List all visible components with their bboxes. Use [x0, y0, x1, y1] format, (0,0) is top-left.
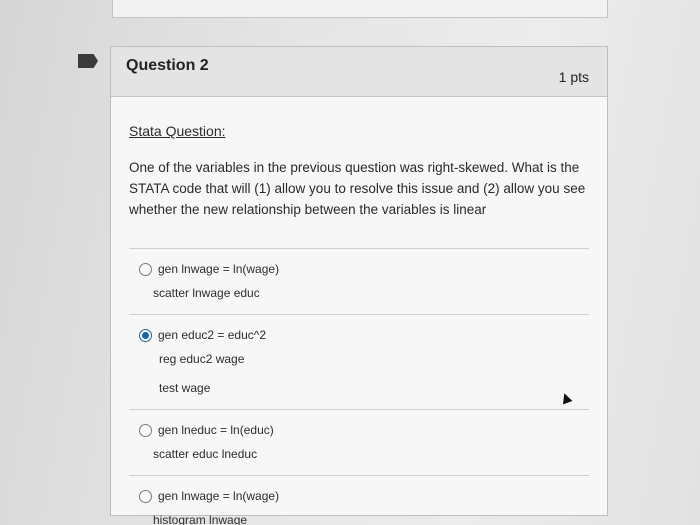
answer-list: gen lnwage = ln(wage) scatter lnwage edu…: [129, 248, 589, 525]
radio-button[interactable]: [139, 423, 152, 437]
answer-option-1[interactable]: gen lnwage = ln(wage) scatter lnwage edu…: [129, 248, 589, 314]
answer-option-2[interactable]: gen educ2 = educ^2 reg educ2 wage test w…: [129, 314, 589, 409]
question-card: Question 2 1 pts Stata Question: One of …: [110, 46, 608, 525]
previous-question-card: [112, 0, 608, 18]
question-points: 1 pts: [558, 69, 589, 85]
question-prompt: One of the variables in the previous que…: [129, 160, 586, 217]
section-label: Stata Question:: [129, 123, 226, 139]
answer-line: scatter educ lneduc: [153, 447, 258, 461]
radio-button-selected[interactable]: [139, 328, 152, 342]
answer-line: histogram lnwage: [153, 513, 248, 525]
question-title: Question 2: [126, 57, 209, 74]
bookmark-icon[interactable]: [78, 54, 98, 68]
answer-option-3[interactable]: gen lneduc = ln(educ) scatter educ lnedu…: [129, 409, 589, 475]
radio-button[interactable]: [139, 489, 152, 503]
question-header: Question 2 1 pts: [111, 47, 607, 97]
answer-option-4[interactable]: gen lnwage = ln(wage) histogram lnwage: [129, 475, 589, 525]
radio-button[interactable]: [139, 262, 152, 276]
answer-line: gen educ2 = educ^2: [158, 328, 267, 342]
quiz-screen: Question 2 1 pts Stata Question: One of …: [0, 0, 700, 525]
question-body: Stata Question: One of the variables in …: [111, 123, 607, 525]
answer-line: gen lnwage = ln(wage): [158, 489, 280, 503]
answer-line: gen lnwage = ln(wage): [158, 262, 280, 276]
answer-line: test wage: [159, 381, 211, 395]
answer-line: reg educ2 wage: [159, 352, 245, 366]
answer-line: gen lneduc = ln(educ): [158, 423, 274, 437]
answer-line: scatter lnwage educ: [153, 286, 260, 300]
